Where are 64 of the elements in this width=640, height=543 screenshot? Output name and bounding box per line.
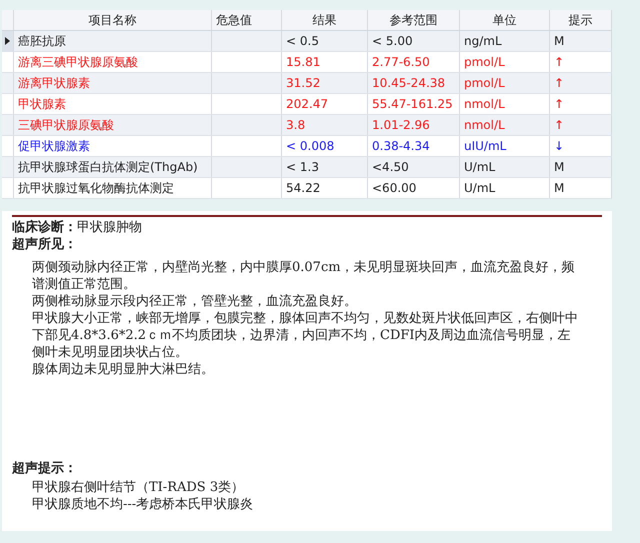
table-cell-text: 三碘甲状腺原氨酸 xyxy=(18,117,114,134)
column-header[interactable]: 结果 xyxy=(282,10,368,30)
table-cell-text: 54.22 xyxy=(286,180,320,197)
table-cell-text: 游离三碘甲状腺原氨酸 xyxy=(18,54,138,71)
flag-text: ↑ xyxy=(554,96,564,113)
table-row[interactable]: 游离三碘甲状腺原氨酸 15.81 2.77-6.50 pmol/L ↑ xyxy=(2,52,612,73)
table-cell-text: 游离甲状腺素 xyxy=(18,75,90,92)
flag-text: ↑ xyxy=(554,117,564,134)
table-cell-text: pmol/L xyxy=(464,75,505,92)
column-header[interactable]: 单位 xyxy=(460,10,550,30)
table-cell-text: uIU/mL xyxy=(464,138,506,155)
table-cell-text: nmol/L xyxy=(464,117,505,134)
table-cell-text: nmol/L xyxy=(464,96,505,113)
column-header[interactable]: 参考范围 xyxy=(368,10,460,30)
flag-text: ↓ xyxy=(554,138,564,155)
impression-label: 超声提示： xyxy=(12,460,78,477)
table-cell-text: 31.52 xyxy=(286,75,320,92)
table-cell-text: 0.38-4.34 xyxy=(372,138,430,155)
flag-text: M xyxy=(554,159,564,176)
table-row[interactable]: 抗甲状腺过氧化物酶抗体测定 54.22 <60.00 U/mL M xyxy=(2,178,612,199)
findings-label: 超声所见： xyxy=(12,236,78,253)
table-row[interactable]: 促甲状腺激素 < 0.008 0.38-4.34 uIU/mL ↓ xyxy=(2,136,612,157)
flag-text: ↑ xyxy=(554,75,564,92)
table-cell-text: U/mL xyxy=(464,159,496,176)
table-row[interactable]: 甲状腺素 202.47 55.47-161.25 nmol/L ↑ xyxy=(2,94,612,115)
table-cell-text: ng/mL xyxy=(464,33,502,50)
row-selector[interactable] xyxy=(2,31,14,51)
diagnosis-text: 甲状腺肿物 xyxy=(77,220,142,235)
findings-paragraph: 两侧椎动脉显示段内径正常，管壁光整，血流充盈良好。 xyxy=(32,293,358,310)
diagnosis-label: 临床诊断： xyxy=(12,220,77,235)
column-header[interactable]: 危急值 xyxy=(212,10,282,30)
table-cell-text: 抗甲状腺过氧化物酶抗体测定 xyxy=(18,180,174,197)
flag-text: M xyxy=(554,180,564,197)
table-cell-text: 10.45-24.38 xyxy=(372,75,446,92)
table-cell-text: < 0.5 xyxy=(286,33,319,50)
table-cell-text: < 0.008 xyxy=(286,138,334,155)
table-row[interactable]: 癌胚抗原 < 0.5 < 5.00 ng/mL M xyxy=(2,31,612,52)
impression-line: 甲状腺右侧叶结节（TI-RADS 3类） xyxy=(32,479,246,496)
table-cell-text: 15.81 xyxy=(286,54,320,71)
table-cell-text: 甲状腺素 xyxy=(18,96,66,113)
impression-line: 甲状腺质地不均---考虑桥本氏甲状腺炎 xyxy=(32,496,254,513)
table-cell-text: U/mL xyxy=(464,180,496,197)
findings-paragraph: 甲状腺大小正常，峡部无增厚，包膜完整，腺体回声不均匀，见数处斑片状低回声区，右侧叶中下部见4.8*3.6*2.2ｃｍ不均质团块，边界清，内回声不均，CDFI内及周边血流信号明显，左侧叶未见明显团块状占位。 xyxy=(32,310,579,361)
column-header[interactable]: 项目名称 xyxy=(14,10,212,30)
table-cell-text: 2.77-6.50 xyxy=(372,54,430,71)
findings-paragraph: 两侧颈动脉内径正常，内壁尚光整，内中膜厚0.07cm，未见明显斑块回声，血流充盈良好，频谱测值正常范围。 xyxy=(32,259,576,293)
table-cell-text: 202.47 xyxy=(286,96,328,113)
table-cell-text: 癌胚抗原 xyxy=(18,33,66,50)
findings-paragraph: 腺体周边未见明显肿大淋巴结。 xyxy=(32,361,215,378)
flag-text: M xyxy=(554,33,564,50)
table-cell-text: <4.50 xyxy=(372,159,409,176)
table-cell-text: 促甲状腺激素 xyxy=(18,138,90,155)
table-cell-text: 3.8 xyxy=(286,117,306,134)
table-cell-text: 1.01-2.96 xyxy=(372,117,430,134)
table-cell-text: <60.00 xyxy=(372,180,416,197)
row-pointer-icon xyxy=(5,37,10,45)
table-cell-text: < 1.3 xyxy=(286,159,319,176)
column-header[interactable]: 提示 xyxy=(550,10,612,30)
table-cell-text: 55.47-161.25 xyxy=(372,96,453,113)
table-row[interactable]: 抗甲状腺球蛋白抗体测定(ThgAb) < 1.3 <4.50 U/mL M xyxy=(2,157,612,178)
flag-text: ↑ xyxy=(554,54,564,71)
table-cell-text: 抗甲状腺球蛋白抗体测定(ThgAb) xyxy=(18,159,198,176)
table-cell-text: < 5.00 xyxy=(372,33,413,50)
table-cell-text: pmol/L xyxy=(464,54,505,71)
